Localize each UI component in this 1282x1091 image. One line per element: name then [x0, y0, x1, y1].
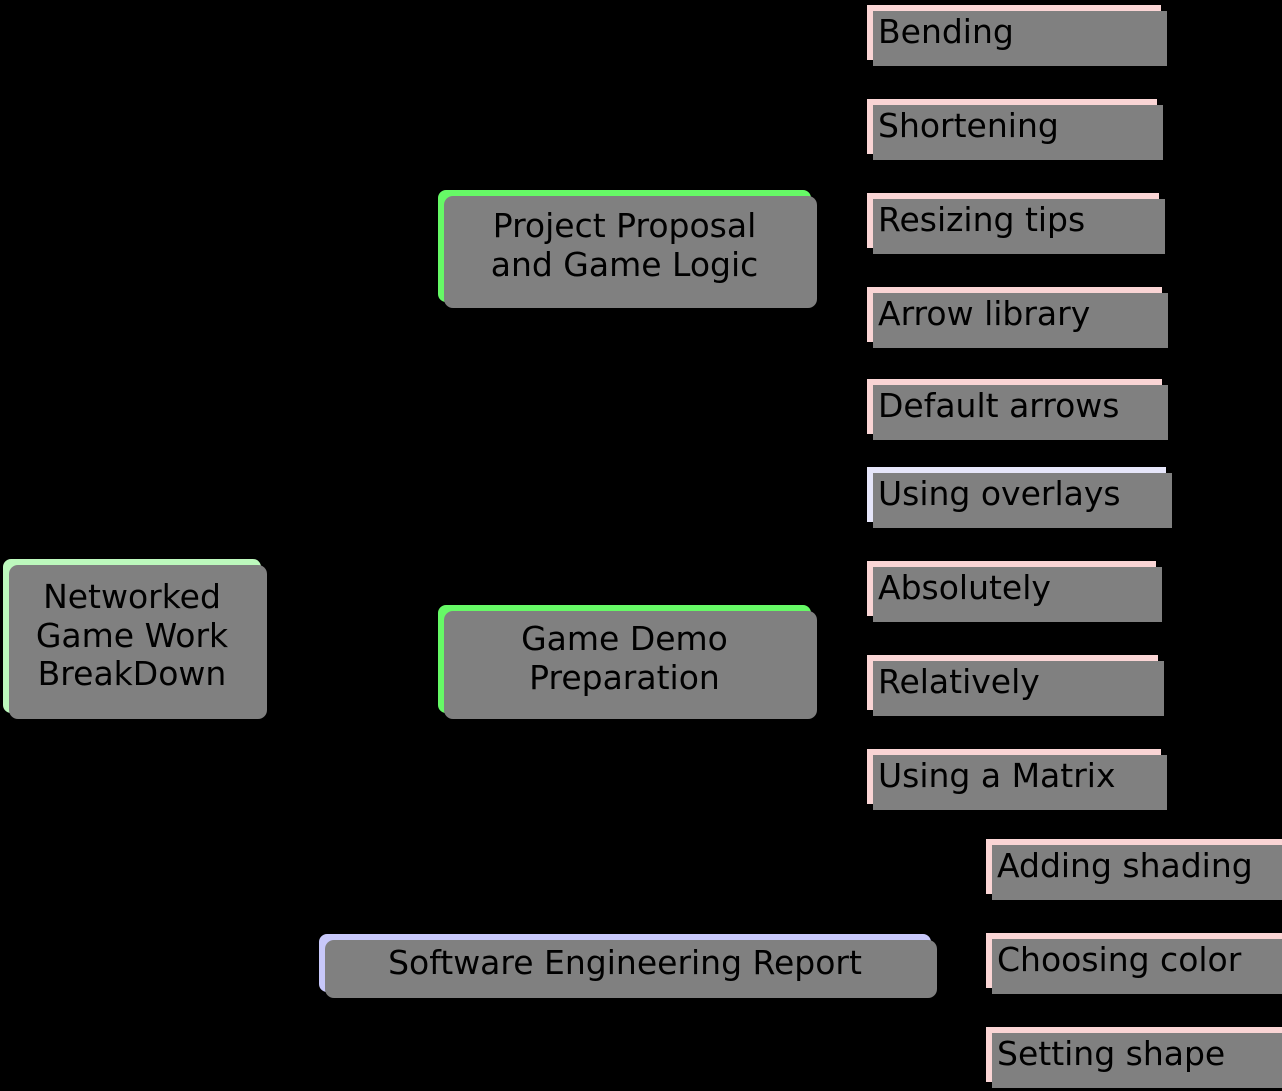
- edge-project-leaf-1: [840, 126, 866, 128]
- leaf-node-resizing-tips[interactable]: Resizing tips: [866, 192, 1165, 254]
- edge-gamedemo-leaf-0: [840, 588, 866, 590]
- leaf-node-label: Relatively: [878, 662, 1040, 702]
- leaf-node-choosing-color[interactable]: Choosing color: [985, 932, 1282, 994]
- edge-project-vertical: [840, 33, 842, 495]
- edge-root-vertical: [296, 246, 298, 936]
- leaf-node-relatively[interactable]: Relatively: [866, 654, 1164, 716]
- edge-to-report: [296, 962, 318, 964]
- branch-node-project-proposal-and-game-logic[interactable]: Project Proposal and Game Logic: [437, 189, 817, 308]
- leaf-node-label: Setting shape: [997, 1034, 1226, 1074]
- leaf-node-label: Using overlays: [878, 474, 1121, 514]
- leaf-node-shortening[interactable]: Shortening: [866, 98, 1163, 160]
- branch-node-label: Game Demo Preparation: [521, 619, 728, 697]
- leaf-node-label: Choosing color: [997, 940, 1242, 980]
- edge-report-leaf-1: [960, 960, 985, 962]
- leaf-node-label: Shortening: [878, 106, 1059, 146]
- leaf-node-setting-shape[interactable]: Setting shape: [985, 1026, 1282, 1088]
- edge-project-leaf-3: [840, 314, 866, 316]
- root-node-networked-game-work-breakdown[interactable]: Networked Game Work BreakDown: [2, 558, 267, 719]
- branch-node-software-engineering-report[interactable]: Software Engineering Report: [318, 933, 937, 998]
- edge-report-leaf-2: [960, 1054, 985, 1056]
- leaf-node-label: Resizing tips: [878, 200, 1086, 240]
- leaf-node-arrow-library[interactable]: Arrow library: [866, 286, 1168, 348]
- leaf-node-label: Absolutely: [878, 568, 1051, 608]
- leaf-node-bending[interactable]: Bending: [866, 4, 1167, 66]
- edge-to-project: [296, 245, 437, 247]
- leaf-node-using-a-matrix[interactable]: Using a Matrix: [866, 748, 1167, 810]
- branch-node-label: Software Engineering Report: [388, 942, 862, 982]
- edge-project-leaf-4: [840, 406, 866, 408]
- leaf-node-default-arrows[interactable]: Default arrows: [866, 378, 1168, 440]
- root-node-label: Networked Game Work BreakDown: [35, 576, 229, 694]
- branch-node-game-demo-preparation[interactable]: Game Demo Preparation: [437, 604, 817, 719]
- leaf-node-label: Default arrows: [878, 386, 1120, 426]
- edge-gamedemo-leaf-1: [840, 682, 866, 684]
- edge-report-leaf-0: [960, 866, 985, 868]
- edge-to-gamedemo: [296, 658, 437, 660]
- leaf-node-label: Adding shading: [997, 846, 1253, 886]
- edge-project-leaf-5: [840, 494, 866, 496]
- leaf-node-label: Arrow library: [878, 294, 1091, 334]
- leaf-node-using-overlays[interactable]: Using overlays: [866, 466, 1172, 528]
- leaf-node-label: Bending: [878, 12, 1014, 52]
- edge-gamedemo-leaf-2: [840, 776, 866, 778]
- edge-report-vertical: [960, 866, 962, 1058]
- leaf-node-absolutely[interactable]: Absolutely: [866, 560, 1162, 622]
- mind-map-canvas: Networked Game Work BreakDown Project Pr…: [0, 0, 1282, 1091]
- leaf-node-label: Using a Matrix: [878, 756, 1116, 796]
- edge-root-trunk: [262, 634, 298, 636]
- edge-project-leaf-0: [840, 32, 866, 34]
- branch-node-label: Project Proposal and Game Logic: [490, 206, 759, 284]
- edge-project-leaf-2: [840, 220, 866, 222]
- leaf-node-adding-shading[interactable]: Adding shading: [985, 838, 1282, 900]
